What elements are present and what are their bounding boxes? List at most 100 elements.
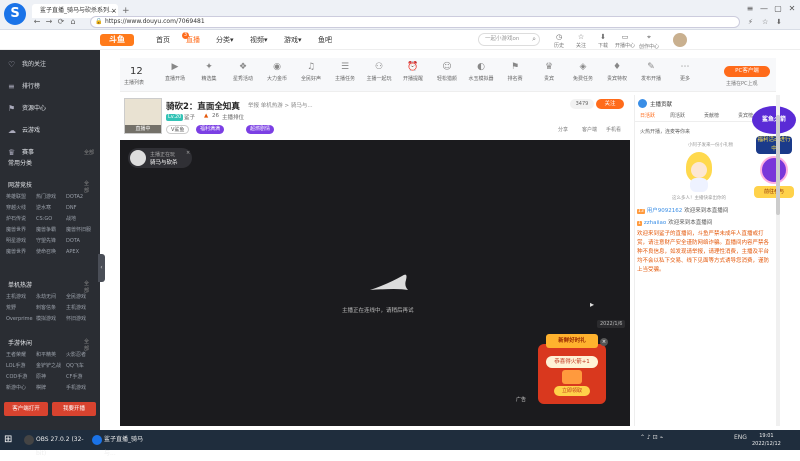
- activity-item[interactable]: ♦ 贵宾特权: [602, 61, 632, 82]
- activity-item[interactable]: ❖ 星秀活动: [228, 61, 258, 82]
- game-link[interactable]: 魔兽世界: [6, 225, 36, 236]
- event-ad-button[interactable]: 前往参与: [754, 186, 794, 198]
- star-bookmark-icon[interactable]: ☆: [762, 15, 768, 29]
- game-link[interactable]: DNF: [66, 203, 96, 214]
- avatar[interactable]: [673, 33, 687, 47]
- tag-pill[interactable]: 福利满满: [196, 125, 225, 134]
- game-link[interactable]: 使命召唤: [36, 247, 66, 258]
- activity-item[interactable]: ♛ 贵宾: [534, 61, 564, 82]
- windows-start-icon[interactable]: ⊞: [4, 434, 16, 446]
- game-link[interactable]: 荒野: [6, 303, 36, 314]
- game-link[interactable]: 魔兽争霸: [36, 225, 66, 236]
- tab-weekly[interactable]: 周活跃: [670, 110, 685, 122]
- game-link[interactable]: 穿越火线: [6, 203, 36, 214]
- game-link[interactable]: QQ飞车: [66, 361, 96, 372]
- activity-item[interactable]: ◐ 水玉模拟器: [466, 61, 496, 82]
- broadcast-center-icon[interactable]: ▭ 开播中心: [614, 33, 636, 49]
- game-link[interactable]: 火影忍者: [66, 350, 96, 361]
- home-icon[interactable]: ⌂: [68, 15, 78, 29]
- activity-item[interactable]: ☰ 主播任务: [330, 61, 360, 82]
- lang-indicator[interactable]: ENG: [734, 434, 747, 441]
- share-button[interactable]: 分享: [558, 126, 568, 133]
- game-link[interactable]: LOL手游: [6, 361, 36, 372]
- download-app-icon[interactable]: ⬇ 下载: [592, 33, 614, 49]
- promo-close-icon[interactable]: ×: [600, 338, 608, 346]
- activity-item[interactable]: ✦ 精选集: [194, 61, 224, 82]
- tag-pill[interactable]: 超燃剧情: [246, 125, 275, 134]
- activity-item[interactable]: ⏰ 开播提醒: [398, 61, 428, 82]
- game-link[interactable]: 全民游戏: [66, 292, 96, 303]
- activity-item[interactable]: ⚇ 主播一起玩: [364, 61, 394, 82]
- game-link[interactable]: 棋牌: [36, 383, 66, 394]
- chat-scrollbar[interactable]: [776, 95, 780, 426]
- game-link[interactable]: 主机游戏: [66, 303, 96, 314]
- follow-icon[interactable]: ☆ 关注: [570, 33, 592, 49]
- game-link[interactable]: 和平精英: [36, 350, 66, 361]
- game-link[interactable]: 手机游戏: [66, 383, 96, 394]
- streamer-name[interactable]: 鲨子: [184, 113, 195, 121]
- tab-vip[interactable]: 贵宾榜: [738, 110, 753, 122]
- maximize-button[interactable]: ▢: [772, 4, 784, 13]
- start-broadcast-button[interactable]: 我要开播: [52, 402, 96, 416]
- pc-client-button[interactable]: PC客户端: [724, 66, 770, 77]
- game-link[interactable]: 魔兽怀旧服: [66, 225, 96, 236]
- activity-item[interactable]: ♫ 全民好声: [296, 61, 326, 82]
- sidebar-item-rank[interactable]: ≡ 排行榜: [0, 76, 100, 98]
- game-link[interactable]: 金铲铲之战: [36, 361, 66, 372]
- activity-item[interactable]: ⋯ 更多: [670, 61, 700, 82]
- promo-claim-button[interactable]: 立即领取: [554, 386, 590, 396]
- player-game-tag[interactable]: 主播正在玩 骑马与砍杀 ×: [128, 148, 192, 168]
- search-input[interactable]: 一起小游戏on ⌕: [478, 33, 540, 46]
- activity-item[interactable]: ✎ 发布开播: [636, 61, 666, 82]
- activity-item[interactable]: ◉ 大力金币: [262, 61, 292, 82]
- clock[interactable]: 19:01 2022/12/12: [752, 432, 781, 448]
- game-link[interactable]: Overprime: [6, 314, 36, 325]
- game-link[interactable]: 原神: [36, 372, 66, 383]
- activity-item[interactable]: ⚑ 排名赛: [500, 61, 530, 82]
- phone-watch-button[interactable]: 手机看: [606, 126, 621, 133]
- game-link[interactable]: CS:GO: [36, 214, 66, 225]
- tab-daily[interactable]: 日活跃: [640, 110, 655, 122]
- close-window-button[interactable]: ✕: [786, 4, 798, 13]
- minimize-button[interactable]: —: [758, 4, 770, 13]
- client-button[interactable]: 客户端: [582, 126, 597, 133]
- game-link[interactable]: 怀旧游戏: [66, 314, 96, 325]
- nav-fishbar[interactable]: 鱼吧: [318, 35, 332, 45]
- sidebar-item-follow[interactable]: ♡ 我的关注: [0, 54, 100, 76]
- sidebar-item-cloudgame[interactable]: ☁ 云游戏: [0, 120, 100, 142]
- nav-video[interactable]: 视频▾: [250, 35, 268, 45]
- game-link[interactable]: 永劫无间: [36, 292, 66, 303]
- game-link[interactable]: 主机游戏: [6, 292, 36, 303]
- client-open-button[interactable]: 客户端打开: [4, 402, 48, 416]
- event-ad[interactable]: 鲨鱼火箭 福利活动进行中 前往参与: [752, 106, 796, 200]
- game-link[interactable]: 炉石传说: [6, 214, 36, 225]
- tab-contribution[interactable]: 贡献榜: [704, 110, 719, 122]
- streamer-avatar[interactable]: 直播中: [124, 98, 162, 134]
- tag-pill[interactable]: V鲨鱼: [166, 125, 190, 134]
- nav-home[interactable]: 首页: [156, 35, 170, 45]
- download-icon[interactable]: ⬇: [776, 15, 782, 29]
- scrollbar-thumb[interactable]: [776, 115, 780, 215]
- game-link[interactable]: 明星游戏: [6, 236, 36, 247]
- chat-username[interactable]: 用户9092162: [647, 208, 683, 214]
- game-link[interactable]: DOTA: [66, 236, 96, 247]
- game-link[interactable]: APEX: [66, 247, 96, 258]
- game-link[interactable]: 战地: [66, 214, 96, 225]
- game-link[interactable]: 刺客信条: [36, 303, 66, 314]
- game-link[interactable]: 逆水寒: [36, 203, 66, 214]
- game-link[interactable]: 魔兽世界: [6, 247, 36, 258]
- activity-item[interactable]: ▶ 直播开场: [160, 61, 190, 82]
- activity-item[interactable]: ☺ 轻松猎颜: [432, 61, 462, 82]
- chat-username[interactable]: zzhaiiao: [644, 220, 666, 226]
- game-link[interactable]: 热门游戏: [36, 192, 66, 203]
- search-icon[interactable]: ⌕: [532, 34, 536, 45]
- sidebar-toggle[interactable]: ‹: [98, 254, 105, 282]
- stream-meta[interactable]: 举报 单机热游 > 骑马与...: [248, 101, 313, 109]
- browser-logo-icon[interactable]: S: [4, 3, 26, 25]
- history-icon[interactable]: ◷ 历史: [548, 33, 570, 49]
- address-bar[interactable]: 🔒 https://www.douyu.com/7069481: [90, 16, 740, 28]
- taskbar-item-browser[interactable]: 鲨子直播_骑马与...: [90, 433, 152, 457]
- sidebar-item-resource[interactable]: ⚑ 资源中心: [0, 98, 100, 120]
- back-icon[interactable]: ←: [32, 15, 42, 29]
- game-tag-close-icon[interactable]: ×: [186, 150, 190, 156]
